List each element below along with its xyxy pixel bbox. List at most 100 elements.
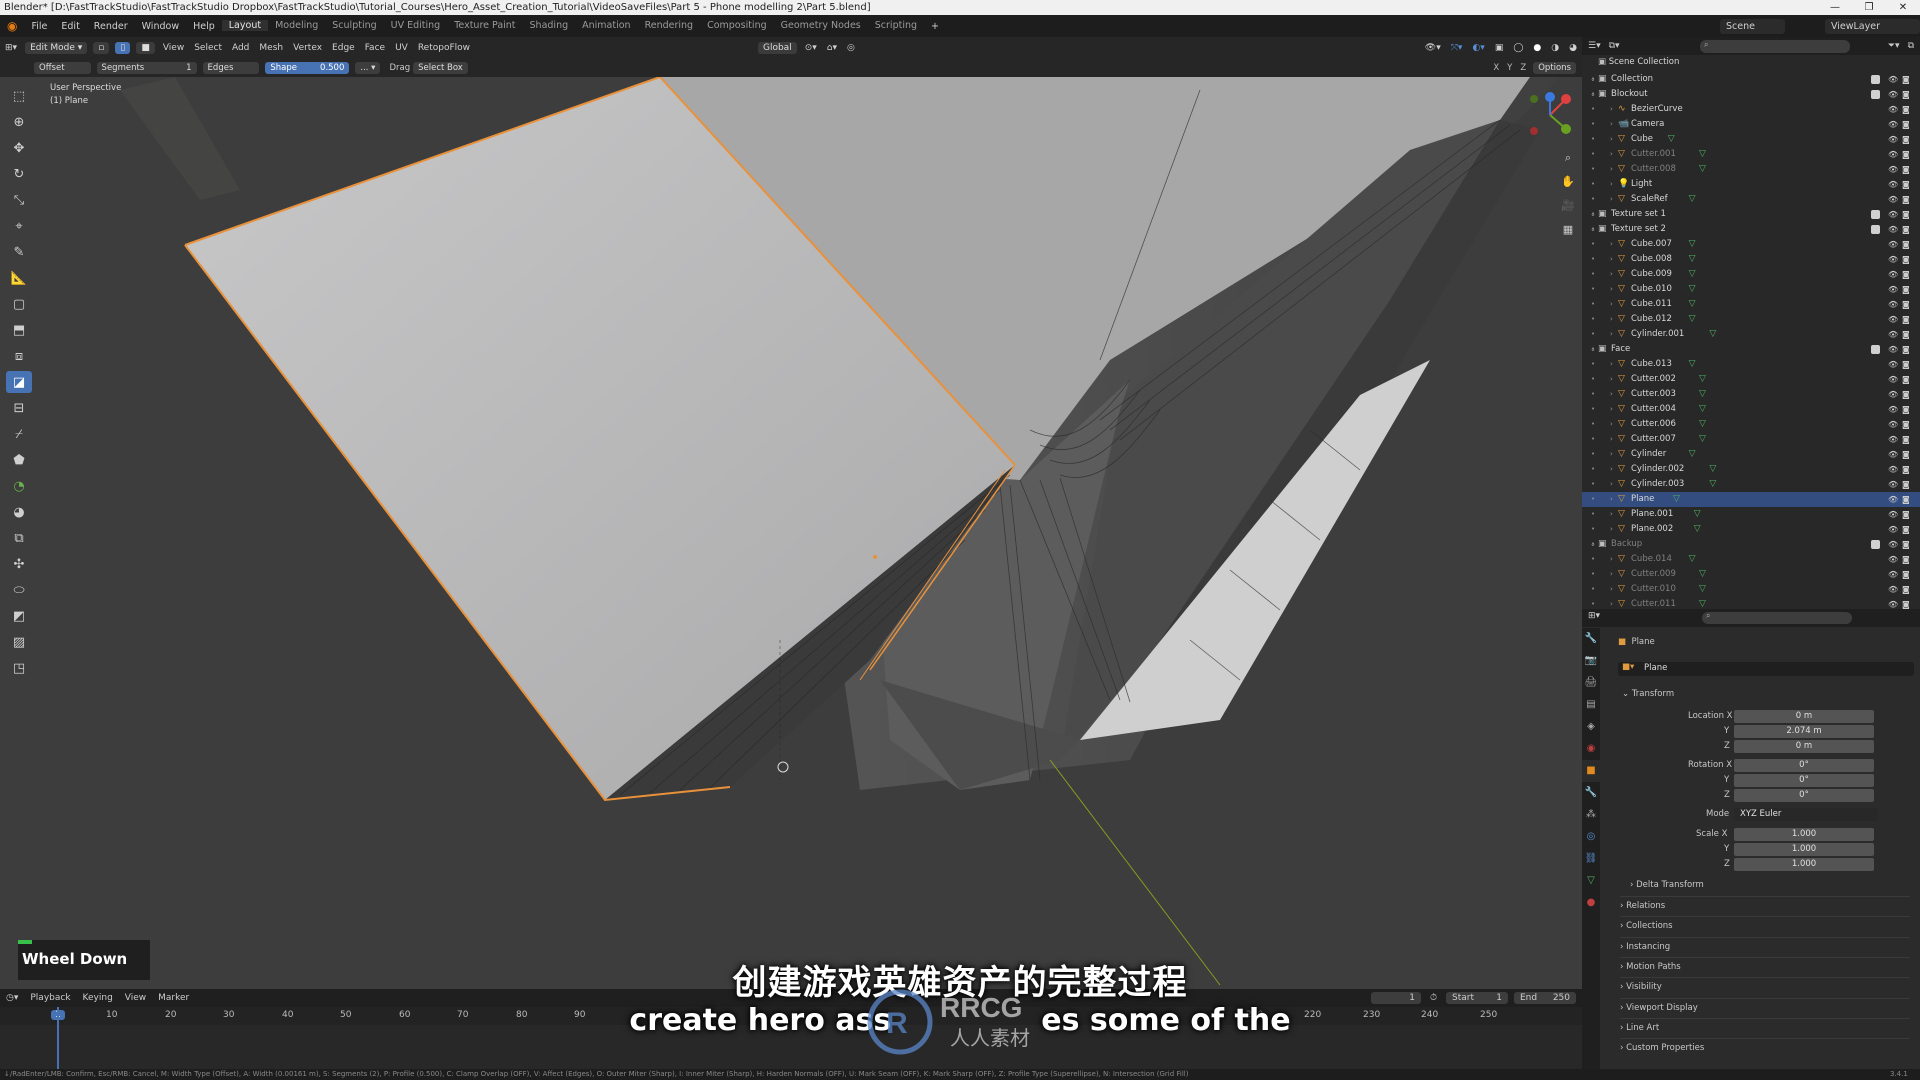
outliner-row[interactable]: • › ▽ Cube.010 ▽ 👁 ◙ <box>1582 282 1920 297</box>
mesh-data-icon[interactable]: ▽ <box>1694 522 1701 537</box>
expand-icon[interactable]: › <box>1610 432 1613 447</box>
outliner-row[interactable]: • › ▽ Cylinder ▽ 👁 ◙ <box>1582 447 1920 462</box>
expand-icon[interactable]: › <box>1610 552 1613 567</box>
mesh-data-icon[interactable]: ▽ <box>1699 417 1706 432</box>
mesh-data-icon[interactable]: ▽ <box>1699 372 1706 387</box>
panel-relations[interactable]: › Relations <box>1620 896 1910 915</box>
expand-icon[interactable]: › <box>1610 102 1613 117</box>
panel-custom-properties[interactable]: › Custom Properties <box>1620 1038 1910 1057</box>
menu-file[interactable]: File <box>24 21 54 32</box>
data-tab-icon[interactable]: ▽ <box>1582 870 1600 892</box>
mesh-data-icon[interactable]: ▽ <box>1689 357 1696 372</box>
eye-icon[interactable]: 👁 <box>1888 132 1898 147</box>
neg-x-axis-icon[interactable] <box>1530 127 1538 135</box>
tool-extra-icon[interactable]: ◳ <box>6 657 32 679</box>
mesh-data-icon[interactable]: ▽ <box>1689 252 1696 267</box>
outliner-row[interactable]: • › ▽ Cutter.009 ▽ 👁 ◙ <box>1582 567 1920 582</box>
eye-icon[interactable]: 👁 <box>1888 117 1898 132</box>
transform-tool-icon[interactable]: ⌖ <box>6 215 32 237</box>
eye-icon[interactable]: 👁 <box>1888 492 1898 507</box>
expand-icon[interactable]: › <box>1610 387 1613 402</box>
eye-icon[interactable]: 👁 <box>1888 252 1898 267</box>
eye-icon[interactable]: 👁 <box>1888 192 1898 207</box>
edges-dropdown[interactable]: Edges <box>202 62 260 74</box>
3d-viewport[interactable]: User Perspective (1) Plane <box>0 77 1582 989</box>
overlay-icon[interactable]: ◐▾ <box>1472 43 1484 53</box>
rotation-x-field[interactable]: 0° <box>1734 759 1874 772</box>
scene-collection-row[interactable]: ▣ Scene Collection <box>1598 57 1679 67</box>
eye-icon[interactable]: 👁 <box>1888 147 1898 162</box>
shape-field[interactable]: Shape 0.500 <box>265 62 350 74</box>
workspace-tab-texture-paint[interactable]: Texture Paint <box>447 20 522 31</box>
render-tab-icon[interactable]: 📷 <box>1582 650 1600 672</box>
outliner-editor-icon[interactable]: ☰▾ <box>1588 41 1601 51</box>
knife-tool-icon[interactable]: ⌿ <box>6 423 32 445</box>
workspace-tab-shading[interactable]: Shading <box>523 20 576 31</box>
orientation-selector[interactable]: Global <box>757 42 797 54</box>
render-camera-icon[interactable]: ◙ <box>1902 492 1910 507</box>
workspace-tab-compositing[interactable]: Compositing <box>700 20 774 31</box>
snap-icon[interactable]: ⌂▾ <box>827 43 837 53</box>
shading-rendered-icon[interactable]: ◕ <box>1569 43 1577 53</box>
mesh-data-icon[interactable]: ▽ <box>1709 327 1716 342</box>
editor-type-icon[interactable]: ⊞▾ <box>5 43 17 53</box>
eye-icon[interactable]: 👁 <box>1888 537 1898 552</box>
maximize-button[interactable]: ❐ <box>1852 0 1886 15</box>
scene-selector[interactable]: Scene <box>1720 18 1785 34</box>
outliner-row[interactable]: • ⌄ ▣ Blockout 👁 ◙ <box>1582 87 1920 102</box>
shading-material-icon[interactable]: ◑ <box>1551 43 1559 53</box>
render-camera-icon[interactable]: ◙ <box>1902 582 1910 597</box>
menu-window[interactable]: Window <box>135 21 186 32</box>
outliner-row[interactable]: • › ▽ Cube.009 ▽ 👁 ◙ <box>1582 267 1920 282</box>
retopo-tool-icon[interactable]: ▨ <box>6 631 32 653</box>
outliner-row[interactable]: • › ▽ Cylinder.003 ▽ 👁 ◙ <box>1582 477 1920 492</box>
expand-icon[interactable]: ⌄ <box>1590 72 1596 87</box>
exclude-checkbox[interactable] <box>1871 90 1880 99</box>
mesh-data-icon[interactable]: ▽ <box>1709 477 1716 492</box>
pivot-icon[interactable]: ⊙▾ <box>805 43 817 53</box>
expand-icon[interactable]: ⌄ <box>1590 222 1596 237</box>
outliner-search-input[interactable]: ⌕ <box>1700 40 1850 53</box>
eye-icon[interactable]: 👁 <box>1888 447 1898 462</box>
panel-collections[interactable]: › Collections <box>1620 916 1910 935</box>
exclude-checkbox[interactable] <box>1871 210 1880 219</box>
mirror-x-toggle[interactable]: X <box>1493 63 1499 73</box>
expand-icon[interactable]: › <box>1610 327 1613 342</box>
render-camera-icon[interactable]: ◙ <box>1902 102 1910 117</box>
eye-icon[interactable]: 👁 <box>1888 72 1898 87</box>
outliner-row[interactable]: • › 💡 Light 👁 ◙ <box>1582 177 1920 192</box>
mode-selector[interactable]: Edit Mode ▾ <box>25 42 88 54</box>
expand-icon[interactable]: › <box>1610 357 1613 372</box>
navigation-gizmo[interactable] <box>1520 85 1580 145</box>
filter-icon[interactable]: ⏷▾ <box>1888 41 1900 51</box>
scale-y-field[interactable]: 1.000 <box>1734 843 1874 856</box>
mesh-data-icon[interactable]: ▽ <box>1699 567 1706 582</box>
object-tab-icon[interactable]: ■ <box>1582 760 1600 782</box>
view-layer-tab-icon[interactable]: ▤ <box>1582 694 1600 716</box>
expand-icon[interactable]: ⌄ <box>1590 342 1596 357</box>
extrude-tool-icon[interactable]: ⬒ <box>6 319 32 341</box>
outliner-row[interactable]: • › ▽ Cylinder.001 ▽ 👁 ◙ <box>1582 327 1920 342</box>
eye-icon[interactable]: 👁 <box>1888 357 1898 372</box>
outliner-row[interactable]: • › ▽ Cube ▽ 👁 ◙ <box>1582 132 1920 147</box>
mesh-data-icon[interactable]: ▽ <box>1673 492 1680 507</box>
outliner-row[interactable]: • › ▽ Plane ▽ 👁 ◙ <box>1582 492 1920 507</box>
mesh-data-icon[interactable]: ▽ <box>1699 432 1706 447</box>
mesh-data-icon[interactable]: ▽ <box>1689 297 1696 312</box>
mesh-data-icon[interactable]: ▽ <box>1699 387 1706 402</box>
viewport-menu-edge[interactable]: Edge <box>332 43 355 53</box>
modifier-tab-icon[interactable]: 🔧 <box>1582 782 1600 804</box>
shading-wireframe-icon[interactable]: ◯ <box>1513 43 1523 53</box>
expand-icon[interactable]: › <box>1610 252 1613 267</box>
exclude-checkbox[interactable] <box>1871 540 1880 549</box>
physics-tab-icon[interactable]: ◎ <box>1582 826 1600 848</box>
outliner-row[interactable]: • › ∿ BezierCurve 👁 ◙ <box>1582 102 1920 117</box>
viewport-menu-uv[interactable]: UV <box>395 43 408 53</box>
viewport-menu-select[interactable]: Select <box>194 43 222 53</box>
eye-icon[interactable]: 👁 <box>1888 207 1898 222</box>
more-dropdown[interactable]: ... ▾ <box>355 62 381 74</box>
spin-tool-icon[interactable]: ◔ <box>6 475 32 497</box>
add-cube-tool-icon[interactable]: ▢ <box>6 293 32 315</box>
render-camera-icon[interactable]: ◙ <box>1902 567 1910 582</box>
rotate-tool-icon[interactable]: ↻ <box>6 163 32 185</box>
